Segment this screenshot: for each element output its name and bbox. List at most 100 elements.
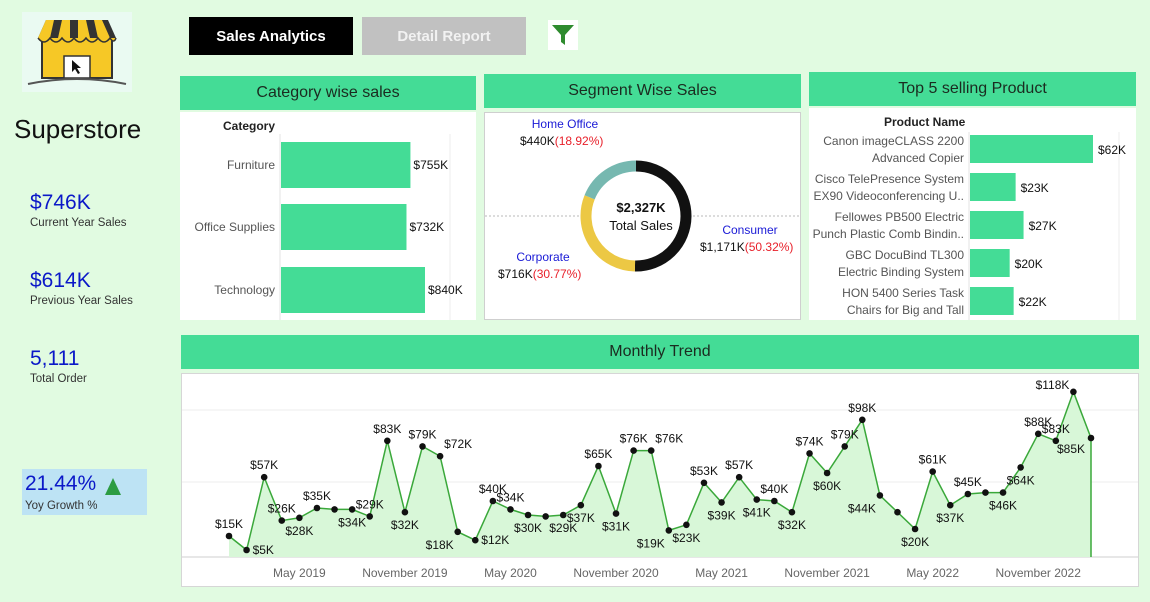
trend-value-label: $61K xyxy=(919,453,947,467)
trend-value-label: $35K xyxy=(303,489,331,503)
category-bar-label: $840K xyxy=(428,283,463,297)
trend-point xyxy=(735,473,743,481)
x-tick-label: May 2022 xyxy=(906,566,959,580)
segment-name-label: Corporate xyxy=(516,250,570,264)
trend-value-label: $72K xyxy=(444,437,472,451)
category-bar xyxy=(281,142,411,188)
kpi-previous-year: $614K Previous Year Sales xyxy=(30,269,133,307)
trend-point xyxy=(982,489,989,496)
trend-point xyxy=(313,504,321,512)
trend-point xyxy=(401,508,409,516)
category-label: Technology xyxy=(214,283,275,297)
trend-point xyxy=(630,447,637,454)
trend-value-label: $60K xyxy=(813,479,841,493)
kpi-current-year-label: Current Year Sales xyxy=(30,217,127,229)
trend-value-label: $41K xyxy=(743,506,771,520)
trend-value-label: $30K xyxy=(514,521,542,535)
product-label: Punch Plastic Comb Bindin.. xyxy=(813,227,964,241)
trend-point xyxy=(542,513,549,520)
filter-button[interactable] xyxy=(548,20,578,50)
trend-point xyxy=(419,443,426,450)
segment-name-label: Home Office xyxy=(532,117,599,131)
trend-point xyxy=(665,527,673,534)
trend-value-label: $74K xyxy=(796,434,824,448)
category-bar-label: $755K xyxy=(413,158,448,172)
product-bar-label: $27K xyxy=(1029,219,1057,233)
trend-value-label: $76K xyxy=(655,432,683,446)
trend-point xyxy=(1087,434,1095,442)
trend-value-label: $20K xyxy=(901,535,929,549)
kpi-yoy-growth-label: Yoy Growth % xyxy=(25,500,98,512)
product-axis-header: Product Name xyxy=(884,115,966,129)
trend-value-label: $65K xyxy=(584,447,612,461)
top5-panel: Product Name Canon imageCLASS 2200 Advanc… xyxy=(809,108,1136,320)
trend-value-label: $83K xyxy=(373,422,401,436)
kpi-total-order: 5,111 Total Order xyxy=(30,347,87,385)
x-tick-label: May 2019 xyxy=(273,566,326,580)
trend-value-label: $15K xyxy=(215,517,243,531)
trend-point xyxy=(278,517,286,524)
tab-sales-analytics[interactable]: Sales Analytics xyxy=(189,17,353,55)
top5-bar-chart: Product Name Canon imageCLASS 2200 Advanc… xyxy=(813,115,1126,320)
trend-value-label: $18K xyxy=(426,538,454,552)
x-tick-label: November 2020 xyxy=(573,566,659,580)
product-label: Fellowes PB500 Electric xyxy=(835,210,964,224)
x-tick-label: November 2022 xyxy=(996,566,1082,580)
trend-point xyxy=(524,511,532,519)
monthly-trend-chart: $15K $5K $57K $26K $28K $35K $34K $29K $83K $32K $… xyxy=(182,378,1138,580)
trend-point xyxy=(225,532,233,540)
segment-donut-chart: $2,327K Total Sales Home Office $440K(18.… xyxy=(485,117,800,281)
trend-point xyxy=(384,437,391,445)
trend-value-label: $53K xyxy=(690,464,718,478)
trend-value-label: $37K xyxy=(936,511,964,525)
app-title: Superstore xyxy=(14,114,142,144)
trend-value-label: $39K xyxy=(708,508,736,522)
trend-point xyxy=(348,506,356,513)
trend-value-label: $31K xyxy=(602,520,630,534)
segment-panel-header: Segment Wise Sales xyxy=(484,74,801,108)
x-tick-label: May 2021 xyxy=(695,566,748,580)
trend-value-label: $12K xyxy=(481,533,509,547)
trend-value-label: $79K xyxy=(831,427,859,441)
segment-value-label: $716K(30.77%) xyxy=(498,267,581,281)
trend-value-label: $23K xyxy=(672,531,700,545)
tab-detail-report[interactable]: Detail Report xyxy=(362,17,526,55)
category-bar-chart: Category Furniture $755K Office Supplies $7… xyxy=(195,119,463,320)
category-bar xyxy=(281,267,425,313)
trend-value-label: $34K xyxy=(338,515,366,529)
trend-point xyxy=(841,443,849,450)
trend-point xyxy=(859,416,866,424)
donut-center-label: Total Sales xyxy=(609,218,673,233)
kpi-yoy-growth-value: 21.44% xyxy=(25,472,97,495)
trend-point xyxy=(753,496,761,503)
trend-value-label: $46K xyxy=(989,499,1017,513)
segment-value-label: $1,171K(50.32%) xyxy=(700,240,793,254)
category-panel-header: Category wise sales xyxy=(180,76,476,110)
trend-value-label: $76K xyxy=(620,432,648,446)
trend-value-label: $118K xyxy=(1036,378,1070,392)
trend-value-label: $64K xyxy=(1007,473,1035,487)
trend-point xyxy=(771,497,778,505)
trend-point xyxy=(436,452,444,460)
trend-value-label: $5K xyxy=(253,543,274,557)
trend-point xyxy=(876,492,884,499)
up-triangle-icon xyxy=(105,478,121,495)
product-bar xyxy=(970,173,1016,201)
trend-value-label: $29K xyxy=(356,497,384,511)
segment-panel: $2,327K Total Sales Home Office $440K(18.… xyxy=(484,112,801,320)
trend-value-label: $57K xyxy=(725,458,753,472)
trend-point xyxy=(911,525,919,533)
category-panel: Category Furniture $755K Office Supplies $7… xyxy=(180,112,476,320)
trend-value-label: $28K xyxy=(285,524,313,538)
trend-point xyxy=(1034,430,1042,438)
category-axis-header: Category xyxy=(223,119,275,133)
trend-point xyxy=(243,546,250,554)
trend-point xyxy=(559,511,567,519)
trend-point xyxy=(894,508,901,516)
trend-point xyxy=(823,469,831,477)
trend-value-label: $57K xyxy=(250,458,278,472)
segment-value-label: $440K(18.92%) xyxy=(520,134,603,148)
donut-center-value: $2,327K xyxy=(616,200,666,215)
product-label: Canon imageCLASS 2200 xyxy=(823,134,964,148)
trend-point xyxy=(366,513,374,520)
